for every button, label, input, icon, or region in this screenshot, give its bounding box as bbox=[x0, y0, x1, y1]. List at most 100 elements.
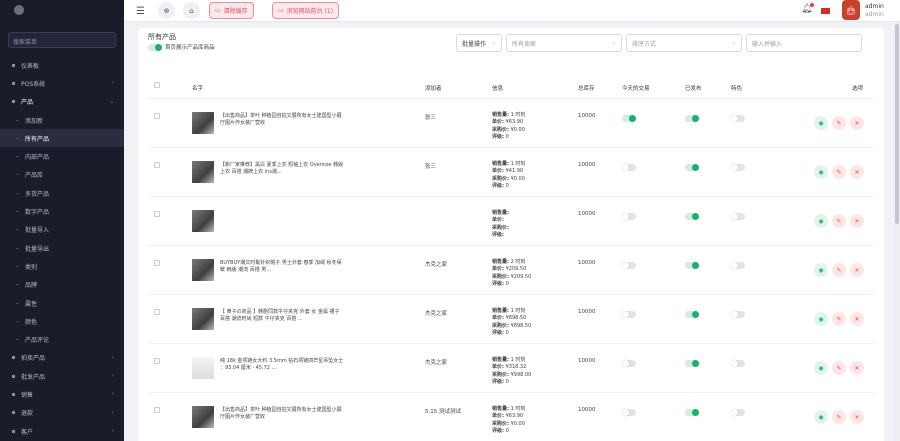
published-toggle[interactable] bbox=[685, 164, 699, 171]
delete-button[interactable]: ✕ bbox=[850, 116, 864, 130]
sidebar-item[interactable]: – 所有产品 bbox=[0, 129, 124, 148]
globe-icon[interactable]: ⊕ bbox=[158, 2, 175, 19]
row-checkbox[interactable] bbox=[154, 309, 160, 315]
view-button[interactable]: ◉ bbox=[814, 165, 828, 179]
delete-button[interactable]: ✕ bbox=[850, 361, 864, 375]
row-checkbox[interactable] bbox=[154, 407, 160, 413]
published-toggle[interactable] bbox=[685, 360, 699, 367]
sidebar-item[interactable]: – 内部产品 bbox=[0, 147, 124, 165]
page-scrollbar[interactable] bbox=[894, 22, 900, 441]
select-all-checkbox[interactable] bbox=[154, 82, 160, 88]
view-button[interactable]: ◉ bbox=[814, 361, 828, 375]
sidebar-item[interactable]: ▪ 退款 › bbox=[0, 404, 124, 422]
row-checkbox[interactable] bbox=[154, 162, 160, 168]
todays-deal-toggle[interactable] bbox=[622, 409, 636, 416]
menu-toggle-icon[interactable]: ☰ bbox=[136, 6, 145, 17]
featured-toggle[interactable] bbox=[731, 262, 745, 269]
featured-toggle[interactable] bbox=[731, 115, 745, 122]
edit-button[interactable]: ✎ bbox=[832, 165, 846, 179]
sort-select[interactable]: 排序方式 ⌄ bbox=[626, 34, 742, 52]
product-thumbnail[interactable] bbox=[192, 112, 214, 134]
product-name[interactable]: BUYBUY潮又时髦针织帽子 男士外套 春季 加绒 秋冬保暖 韩版 潮流 百搭 … bbox=[220, 260, 345, 274]
published-toggle[interactable] bbox=[685, 115, 699, 122]
language-flag-icon[interactable] bbox=[821, 8, 830, 14]
product-name[interactable]: 【新厂家推荐】黑白 夏季上衣 短袖上衣 Oversize 韩版上衣 百搭 潮牌上… bbox=[220, 162, 345, 176]
view-button[interactable]: ◉ bbox=[814, 312, 828, 326]
sidebar-item[interactable]: ▪ 销售 › bbox=[0, 385, 124, 403]
sidebar-item[interactable]: ▪ 产品 ⌄ bbox=[0, 93, 124, 111]
sidebar-item[interactable]: – 类别 bbox=[0, 257, 124, 275]
delete-button[interactable]: ✕ bbox=[850, 263, 864, 277]
sidebar-item[interactable]: – 批量导出 bbox=[0, 239, 124, 257]
product-name[interactable]: 【 黄子の商品 】韩剧同款牛仔夹克 外套 女 金属 裙子 百搭 潮流时尚 短款 … bbox=[220, 309, 345, 323]
published-toggle[interactable] bbox=[685, 409, 699, 416]
product-name[interactable]: 【出售商品】茶叶 种植园自拍又展所有女士建国型小展厅图片作女装厂营收 bbox=[220, 113, 345, 127]
sidebar-item[interactable]: ▪ POS系统 › bbox=[0, 74, 124, 92]
todays-deal-toggle[interactable] bbox=[622, 360, 636, 367]
view-button[interactable]: ◉ bbox=[814, 214, 828, 228]
product-name[interactable]: 纯 18k 金项链女大料 3.5mm 钻石项链四芒星吊坠女士 ：93.04 厘米… bbox=[220, 358, 345, 372]
sidebar-item[interactable]: – 品牌 bbox=[0, 276, 124, 294]
browse-frontend-button[interactable]: ▭ 浏览网站前台 (1) bbox=[272, 2, 340, 19]
row-checkbox[interactable] bbox=[154, 113, 160, 119]
delete-button[interactable]: ✕ bbox=[850, 214, 864, 228]
sidebar-item[interactable]: – 颜色 bbox=[0, 312, 124, 330]
user-info[interactable]: admin admin bbox=[865, 3, 884, 19]
avatar[interactable]: 👜︎ bbox=[842, 0, 860, 20]
product-name[interactable]: 【出售商品】茶叶 种植园自拍又展所有女士建国型小展厅图片作女装厂营收 bbox=[220, 407, 345, 421]
sidebar-item[interactable]: – 数字产品 bbox=[0, 202, 124, 220]
row-checkbox[interactable] bbox=[154, 211, 160, 217]
todays-deal-toggle[interactable] bbox=[622, 213, 636, 220]
sidebar-item[interactable]: ▪ 客户 › bbox=[0, 422, 124, 440]
sidebar-item[interactable]: – 批量导入 bbox=[0, 221, 124, 239]
view-button[interactable]: ◉ bbox=[814, 410, 828, 424]
edit-button[interactable]: ✎ bbox=[832, 116, 846, 130]
bulk-action-select[interactable]: 批量操作 ⌄ bbox=[456, 34, 502, 52]
app-logo[interactable] bbox=[0, 0, 124, 20]
seller-select[interactable]: 所有卖家 ⌄ bbox=[506, 34, 622, 52]
published-toggle[interactable] bbox=[685, 262, 699, 269]
product-thumbnail[interactable] bbox=[192, 161, 214, 183]
search-input[interactable]: 输入并输入 bbox=[746, 34, 862, 52]
sidebar-item[interactable]: – 多货产品 bbox=[0, 184, 124, 202]
sidebar-item[interactable]: – 属性 bbox=[0, 294, 124, 312]
edit-button[interactable]: ✎ bbox=[832, 214, 846, 228]
featured-toggle[interactable] bbox=[731, 360, 745, 367]
sidebar-item[interactable]: ▪ 仪表板 bbox=[0, 56, 124, 74]
edit-button[interactable]: ✎ bbox=[832, 410, 846, 424]
product-thumbnail[interactable] bbox=[192, 308, 214, 330]
edit-button[interactable]: ✎ bbox=[832, 263, 846, 277]
sidebar-item[interactable]: ▪ 拍卖产品 › bbox=[0, 349, 124, 367]
product-thumbnail[interactable] bbox=[192, 259, 214, 281]
sidebar-item[interactable]: – 产品库 bbox=[0, 166, 124, 184]
product-thumbnail[interactable] bbox=[192, 406, 214, 428]
published-toggle[interactable] bbox=[685, 311, 699, 318]
homepage-display-toggle[interactable]: 首页展示产品库商品 bbox=[148, 43, 215, 51]
edit-button[interactable]: ✎ bbox=[832, 312, 846, 326]
todays-deal-toggle[interactable] bbox=[622, 262, 636, 269]
todays-deal-toggle[interactable] bbox=[622, 311, 636, 318]
featured-toggle[interactable] bbox=[731, 213, 745, 220]
bell-icon[interactable]: 🔔︎ bbox=[801, 3, 815, 14]
product-thumbnail[interactable] bbox=[192, 210, 214, 232]
view-button[interactable]: ◉ bbox=[814, 116, 828, 130]
sidebar-item[interactable]: – 添加新 bbox=[0, 111, 124, 129]
featured-toggle[interactable] bbox=[731, 409, 745, 416]
row-checkbox[interactable] bbox=[154, 358, 160, 364]
featured-toggle[interactable] bbox=[731, 311, 745, 318]
menu-search-input[interactable]: 搜索菜单 bbox=[8, 32, 116, 48]
todays-deal-toggle[interactable] bbox=[622, 115, 636, 122]
featured-toggle[interactable] bbox=[731, 164, 745, 171]
view-button[interactable]: ◉ bbox=[814, 263, 828, 277]
sidebar-item[interactable]: – 产品评论 bbox=[0, 330, 124, 348]
delete-button[interactable]: ✕ bbox=[850, 165, 864, 179]
published-toggle[interactable] bbox=[685, 213, 699, 220]
row-checkbox[interactable] bbox=[154, 260, 160, 266]
delete-button[interactable]: ✕ bbox=[850, 410, 864, 424]
toggle-switch[interactable] bbox=[148, 43, 162, 51]
clear-cache-button[interactable]: ▭ 清除缓存 bbox=[209, 2, 254, 19]
product-thumbnail[interactable] bbox=[192, 357, 214, 379]
todays-deal-toggle[interactable] bbox=[622, 164, 636, 171]
sidebar-item[interactable]: ▪ 批发产品 › bbox=[0, 367, 124, 385]
edit-button[interactable]: ✎ bbox=[832, 361, 846, 375]
